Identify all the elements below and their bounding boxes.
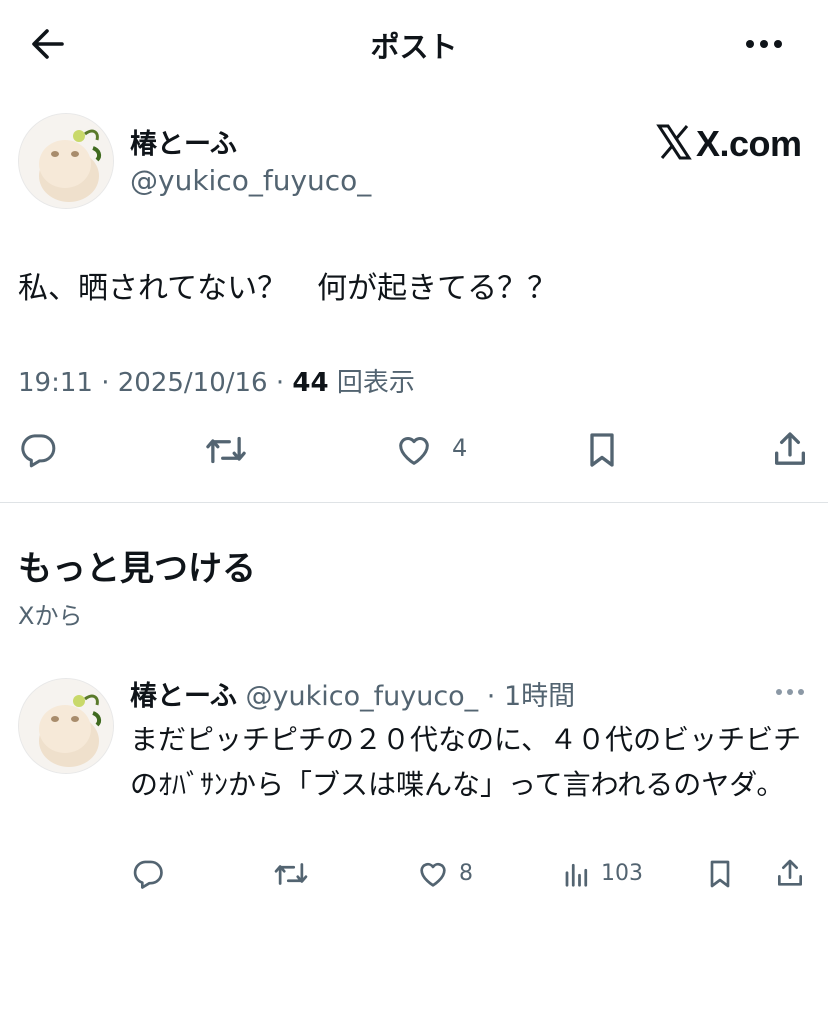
views-count: 103 xyxy=(601,861,643,886)
like-icon[interactable] xyxy=(394,430,434,470)
bookmark-icon[interactable] xyxy=(704,856,736,892)
avatar[interactable] xyxy=(18,678,114,774)
like-count: 4 xyxy=(452,434,468,462)
section-source: Xから xyxy=(18,602,83,630)
bookmark-icon[interactable] xyxy=(582,430,622,470)
post-age: 1時間 xyxy=(503,681,576,712)
like-count: 8 xyxy=(459,861,473,886)
like-icon[interactable] xyxy=(416,857,450,891)
post-meta: 19:11 · 2025/10/16 · 44 回表示 xyxy=(18,368,415,398)
views-label: 回表示 xyxy=(336,368,415,398)
post-text: 私、晒されてない？ 何が起きてる？？ xyxy=(18,271,558,306)
display-name[interactable]: 椿とーふ xyxy=(130,681,237,712)
reply-icon[interactable] xyxy=(131,857,165,891)
x-com-watermark: X.com xyxy=(656,122,802,164)
section-title: もっと見つける xyxy=(18,549,256,589)
post-time[interactable]: 19:11 xyxy=(18,368,93,398)
views-count: 44 xyxy=(292,368,329,398)
display-name[interactable]: 椿とーふ xyxy=(130,122,237,161)
more-options-icon[interactable] xyxy=(774,682,806,702)
related-post-text: まだピッチピチの２０代なのに、４０代のビッチビチのｵﾊﾞｻﾝから「ブスは喋んな」… xyxy=(130,723,802,801)
watermark-text: X.com xyxy=(696,123,802,164)
user-handle[interactable]: @yukico_fuyuco_ xyxy=(130,164,371,197)
avatar[interactable] xyxy=(18,113,114,209)
retweet-icon[interactable] xyxy=(272,857,310,891)
share-icon[interactable] xyxy=(770,428,810,470)
user-handle[interactable]: @yukico_fuyuco_ xyxy=(246,681,479,712)
retweet-icon[interactable] xyxy=(203,430,249,470)
more-options-icon[interactable] xyxy=(744,26,784,62)
page-title: ポスト xyxy=(370,30,458,64)
share-icon[interactable] xyxy=(774,855,806,891)
related-post-header: 椿とーふ @yukico_fuyuco_ · 1時間 xyxy=(130,681,576,712)
reply-icon[interactable] xyxy=(18,430,58,470)
divider xyxy=(0,502,828,503)
post-date[interactable]: 2025/10/16 xyxy=(118,368,268,398)
views-chart-icon[interactable] xyxy=(562,857,592,891)
